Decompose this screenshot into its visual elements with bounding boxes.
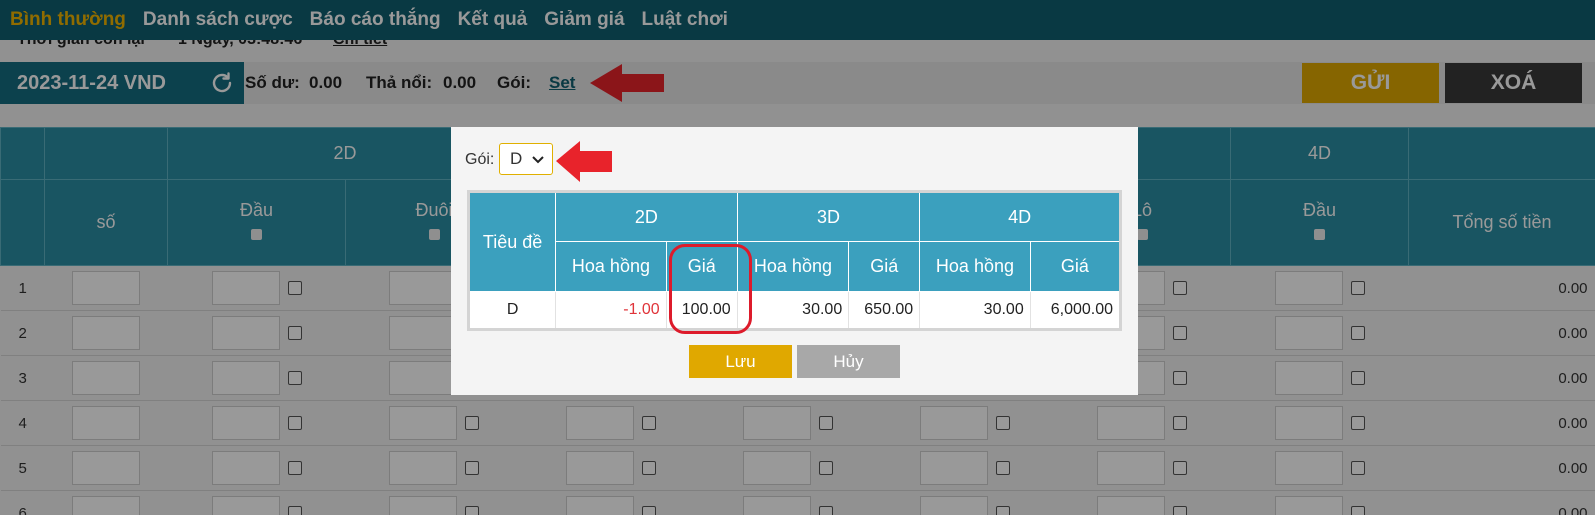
header-title-label: Tiêu đề	[482, 231, 543, 252]
header-2d-commission: Hoa hồng	[555, 241, 667, 292]
save-button[interactable]: Lưu	[689, 345, 792, 378]
header-3d-price-label: Giá	[870, 256, 899, 276]
header-4d-price-label: Giá	[1060, 256, 1089, 276]
header-2d-label: 2D	[634, 206, 658, 227]
package-select-value: D	[510, 149, 523, 168]
header-4d-commission: Hoa hồng	[919, 241, 1031, 292]
package-select[interactable]: D	[499, 143, 553, 175]
app-page: Bình thường Danh sách cược Báo cáo thắng…	[0, 0, 1595, 515]
header-3d-commission: Hoa hồng	[736, 241, 850, 292]
cell-3d-price: 650.00	[848, 291, 920, 330]
red-arrow-annotation-icon	[556, 141, 612, 182]
header-2d-commission-label: Hoa hồng	[571, 256, 650, 276]
table-row: D -1.00 100.00 30.00 650.00 30.00 6,000.…	[467, 291, 1121, 330]
cell-4d-price: 6,000.00	[1029, 291, 1121, 330]
chevron-down-icon	[532, 156, 544, 164]
header-3d: 3D	[736, 191, 921, 242]
header-3d-price: Giá	[848, 241, 921, 292]
package-modal: Gói: D Tiêu đề 2D 3D 4D Hoa hồng Giá Hoa…	[451, 127, 1138, 395]
header-2d: 2D	[555, 191, 738, 242]
cell-title: D	[467, 291, 556, 330]
header-title: Tiêu đề	[467, 191, 557, 292]
cell-2d-commission: -1.00	[555, 291, 667, 330]
cell-3d-commission: 30.00	[736, 291, 849, 330]
red-highlight-annotation	[669, 244, 752, 334]
package-rate-table: Tiêu đề 2D 3D 4D Hoa hồng Giá Hoa hồng G…	[467, 190, 1122, 331]
cancel-button[interactable]: Hủy	[797, 345, 900, 378]
header-3d-label: 3D	[816, 206, 840, 227]
header-4d: 4D	[919, 191, 1121, 242]
modal-package-label: Gói:	[465, 151, 495, 168]
header-4d-commission-label: Hoa hồng	[935, 256, 1014, 276]
header-4d-price: Giá	[1029, 241, 1122, 292]
header-3d-commission-label: Hoa hồng	[753, 256, 832, 276]
cell-4d-commission: 30.00	[919, 291, 1031, 330]
header-4d-label: 4D	[1008, 206, 1032, 227]
